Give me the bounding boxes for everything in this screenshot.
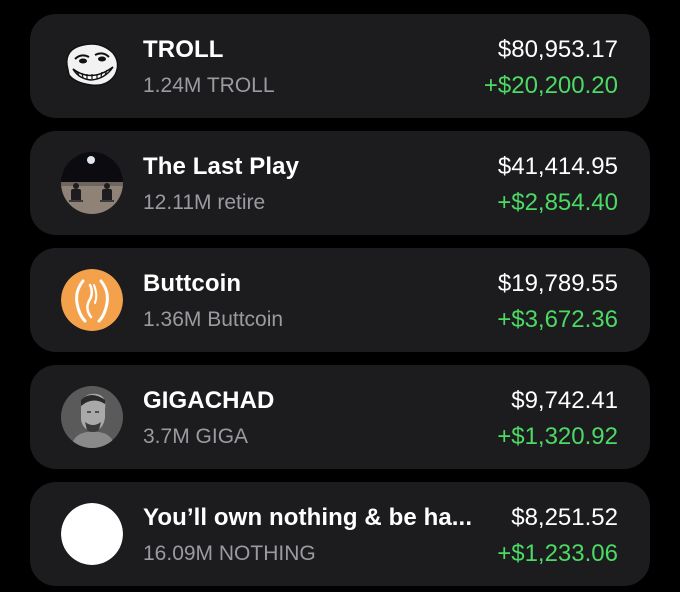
token-value: $9,742.41 (511, 387, 618, 414)
white-circle-icon (61, 503, 123, 565)
token-value: $8,251.52 (511, 504, 618, 531)
token-row-the-last-play[interactable]: The Last Play 12.11M retire $41,414.95 +… (30, 131, 650, 235)
moon-astronauts-icon (61, 152, 123, 214)
token-change: +$20,200.20 (483, 72, 618, 99)
token-holdings-list: TROLL 1.24M TROLL $80,953.17 +$20,200.20… (30, 14, 650, 586)
gigachad-portrait-icon (61, 386, 123, 448)
token-amount: 3.7M GIGA (143, 425, 249, 448)
token-name: Buttcoin (143, 270, 242, 297)
token-name: TROLL (143, 36, 224, 63)
token-change: +$2,854.40 (497, 189, 618, 216)
trollface-icon (61, 35, 123, 97)
token-change: +$1,233.06 (497, 540, 618, 567)
token-amount: 12.11M retire (143, 191, 266, 214)
token-value: $41,414.95 (497, 153, 618, 180)
token-row-buttcoin[interactable]: Buttcoin 1.36M Buttcoin $19,789.55 +$3,6… (30, 248, 650, 352)
token-name: The Last Play (143, 153, 300, 180)
token-amount: 1.36M Buttcoin (143, 308, 284, 331)
token-change: +$3,672.36 (497, 306, 618, 333)
token-name: You’ll own nothing & be ha... (143, 504, 473, 531)
buttcoin-icon (61, 269, 123, 331)
token-change: +$1,320.92 (497, 423, 618, 450)
token-amount: 16.09M NOTHING (143, 542, 316, 565)
token-row-troll[interactable]: TROLL 1.24M TROLL $80,953.17 +$20,200.20 (30, 14, 650, 118)
token-row-gigachad[interactable]: GIGACHAD 3.7M GIGA $9,742.41 +$1,320.92 (30, 365, 650, 469)
token-amount: 1.24M TROLL (143, 74, 275, 97)
token-row-nothing[interactable]: You’ll own nothing & be ha... 16.09M NOT… (30, 482, 650, 586)
token-name: GIGACHAD (143, 387, 275, 414)
token-value: $80,953.17 (497, 36, 618, 63)
token-value: $19,789.55 (497, 270, 618, 297)
